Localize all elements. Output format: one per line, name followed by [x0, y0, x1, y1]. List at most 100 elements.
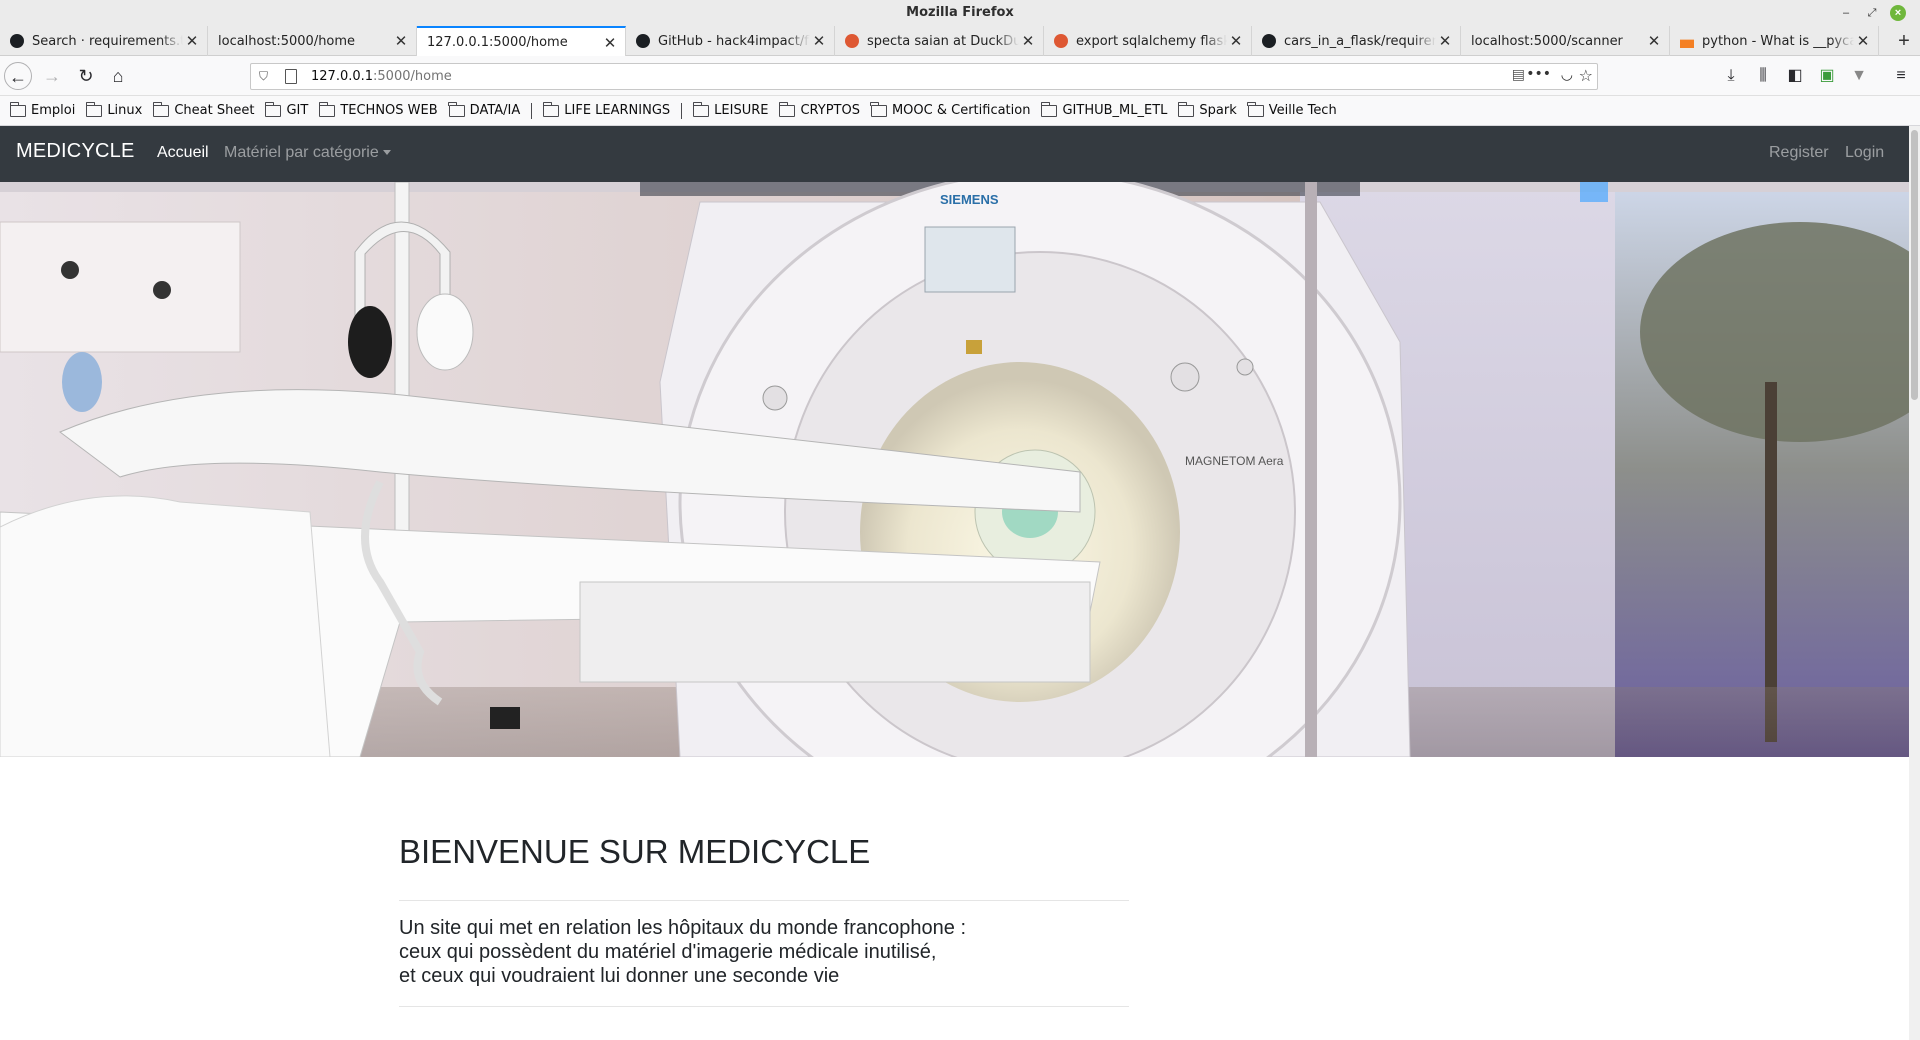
tab-label: localhost:5000/home: [218, 33, 356, 49]
extension-icon[interactable]: ▣: [1816, 65, 1838, 87]
bookmark-folder[interactable]: LEISURE: [692, 101, 769, 118]
bookmark-folder[interactable]: TECHNOS WEB: [318, 101, 438, 118]
welcome-description: Un site qui met en relation les hôpitaux…: [399, 916, 966, 988]
tab-active[interactable]: 127.0.0.1:5000/home ✕: [417, 26, 626, 57]
bookmark-label: LEISURE: [714, 103, 769, 118]
nav-login-link[interactable]: Login: [1845, 144, 1884, 162]
mri-room-illustration: SIEMENS MAGNETOM Aera: [0, 182, 1909, 757]
bookmark-folder[interactable]: Cheat Sheet: [152, 101, 255, 118]
close-tab-icon[interactable]: ✕: [810, 32, 828, 50]
bookmark-folder[interactable]: CRYPTOS: [778, 101, 860, 118]
bookmark-star-icon[interactable]: ☆: [1579, 66, 1593, 85]
tab-label: python - What is __pycache__?: [1702, 33, 1854, 49]
tab-label: localhost:5000/scanner: [1471, 33, 1623, 49]
restore-icon[interactable]: ⤢: [1864, 5, 1880, 21]
bookmark-label: Cheat Sheet: [174, 103, 255, 118]
tab-label: specta saian at DuckDuckGo: [867, 33, 1019, 49]
url-path: :5000/home: [373, 69, 452, 84]
duckduckgo-icon: [845, 34, 859, 48]
url-host: 127.0.0.1: [311, 69, 374, 84]
site-brand[interactable]: MEDICYCLE: [16, 140, 135, 163]
nav-register-link[interactable]: Register: [1769, 144, 1829, 162]
folder-icon: [870, 101, 887, 117]
github-icon: [10, 34, 24, 48]
scrollbar-thumb[interactable]: [1911, 130, 1918, 400]
bookmark-folder[interactable]: MOOC & Certification: [870, 101, 1030, 118]
hero-model-text: MAGNETOM Aera: [1185, 454, 1284, 468]
page-scrollbar[interactable]: [1909, 126, 1920, 1040]
pocket-icon[interactable]: ◡: [1561, 67, 1573, 83]
tab[interactable]: python - What is __pycache__? ✕: [1670, 26, 1879, 56]
bookmark-folder[interactable]: DATA/IA: [448, 101, 521, 118]
folder-icon: [1040, 101, 1058, 117]
menu-icon[interactable]: ≡: [1890, 65, 1912, 87]
tab-label: GitHub - hack4impact/flask-base: [658, 33, 810, 49]
page-actions-icon[interactable]: •••: [1526, 66, 1551, 82]
close-tab-icon[interactable]: ✕: [1227, 32, 1245, 50]
bookmark-label: DATA/IA: [469, 103, 521, 118]
nav-category-dropdown[interactable]: Matériel par catégorie: [224, 144, 391, 162]
folder-icon: [1247, 101, 1264, 117]
nav-home-link[interactable]: Accueil: [157, 144, 209, 162]
close-tab-icon[interactable]: ✕: [1854, 32, 1872, 50]
reader-view-icon[interactable]: ▤: [1512, 67, 1525, 83]
close-window-icon[interactable]: ×: [1890, 5, 1906, 21]
bookmark-folder[interactable]: GITHUB_ML_ETL: [1040, 101, 1167, 118]
tab[interactable]: localhost:5000/scanner ✕: [1461, 26, 1670, 56]
folder-icon: [152, 101, 170, 117]
close-tab-icon[interactable]: ✕: [1436, 32, 1454, 50]
bookmarks-toolbar: Emploi Linux Cheat Sheet GIT TECHNOS WEB…: [0, 96, 1920, 126]
browser-toolbar: ← → ↻ ⌂ ⛉ 127.0.0.1:5000/home ▤ ••• ◡ ☆ …: [0, 56, 1920, 96]
close-tab-icon[interactable]: ✕: [392, 32, 410, 50]
welcome-line: Un site qui met en relation les hôpitaux…: [399, 917, 967, 939]
bookmark-folder[interactable]: GIT: [264, 101, 308, 118]
reload-button[interactable]: ↻: [72, 62, 100, 90]
bookmark-label: TECHNOS WEB: [340, 103, 438, 118]
close-tab-icon[interactable]: ✕: [601, 34, 619, 52]
folder-icon: [542, 101, 560, 117]
stackoverflow-icon: [1680, 39, 1694, 48]
close-tab-icon[interactable]: ✕: [1019, 32, 1037, 50]
home-button[interactable]: ⌂: [104, 62, 132, 90]
forward-button[interactable]: →: [38, 62, 66, 90]
nav-category-label: Matériel par catégorie: [224, 144, 379, 161]
tab[interactable]: Search · requirements.txt ✕: [0, 26, 208, 56]
library-icon[interactable]: ⫼: [1752, 65, 1774, 87]
tab-label: export sqlalchemy flask at DuckDuckGo: [1076, 33, 1227, 49]
downloads-icon[interactable]: ⤓: [1720, 65, 1742, 87]
vpn-extension-icon[interactable]: ▼: [1848, 65, 1870, 87]
duckduckgo-icon: [1054, 34, 1068, 48]
close-tab-icon[interactable]: ✕: [183, 32, 201, 50]
minimize-icon[interactable]: –: [1838, 5, 1854, 21]
bookmark-folder[interactable]: Linux: [85, 101, 143, 118]
bookmark-label: CRYPTOS: [800, 103, 860, 118]
page-info-icon[interactable]: [285, 69, 297, 84]
sidebar-icon[interactable]: ◧: [1784, 65, 1806, 87]
bookmark-label: LIFE LEARNINGS: [564, 103, 671, 118]
url-text: 127.0.0.1:5000/home: [311, 69, 452, 84]
bookmark-folder[interactable]: Spark: [1177, 101, 1237, 118]
back-button[interactable]: ←: [4, 62, 32, 90]
tracking-protection-icon[interactable]: ⛉: [259, 69, 268, 84]
tab-label: 127.0.0.1:5000/home: [427, 35, 568, 50]
tab[interactable]: GitHub - hack4impact/flask-base ✕: [626, 26, 835, 56]
bookmark-label: Linux: [107, 103, 143, 118]
github-icon: [1262, 34, 1276, 48]
tab-strip: Search · requirements.txt ✕ localhost:50…: [0, 26, 1920, 57]
close-tab-icon[interactable]: ✕: [1645, 32, 1663, 50]
bookmark-folder[interactable]: Veille Tech: [1247, 101, 1337, 118]
tab[interactable]: localhost:5000/home ✕: [208, 26, 417, 56]
url-bar[interactable]: ⛉ 127.0.0.1:5000/home ▤ ••• ◡ ☆: [250, 63, 1598, 90]
tab-label: Search · requirements.txt: [32, 33, 183, 49]
tab[interactable]: cars_in_a_flask/requirements.txt ✕: [1252, 26, 1461, 56]
bookmark-folder[interactable]: Emploi: [9, 101, 75, 118]
new-tab-button[interactable]: +: [1888, 26, 1920, 56]
bookmark-label: Spark: [1199, 103, 1237, 118]
folder-icon: [1177, 101, 1195, 117]
folder-icon: [692, 101, 710, 117]
tab[interactable]: specta saian at DuckDuckGo ✕: [835, 26, 1044, 56]
github-icon: [636, 34, 650, 48]
bookmark-folder[interactable]: LIFE LEARNINGS: [542, 101, 671, 118]
tab[interactable]: export sqlalchemy flask at DuckDuckGo ✕: [1044, 26, 1252, 56]
folder-icon: [9, 101, 26, 117]
